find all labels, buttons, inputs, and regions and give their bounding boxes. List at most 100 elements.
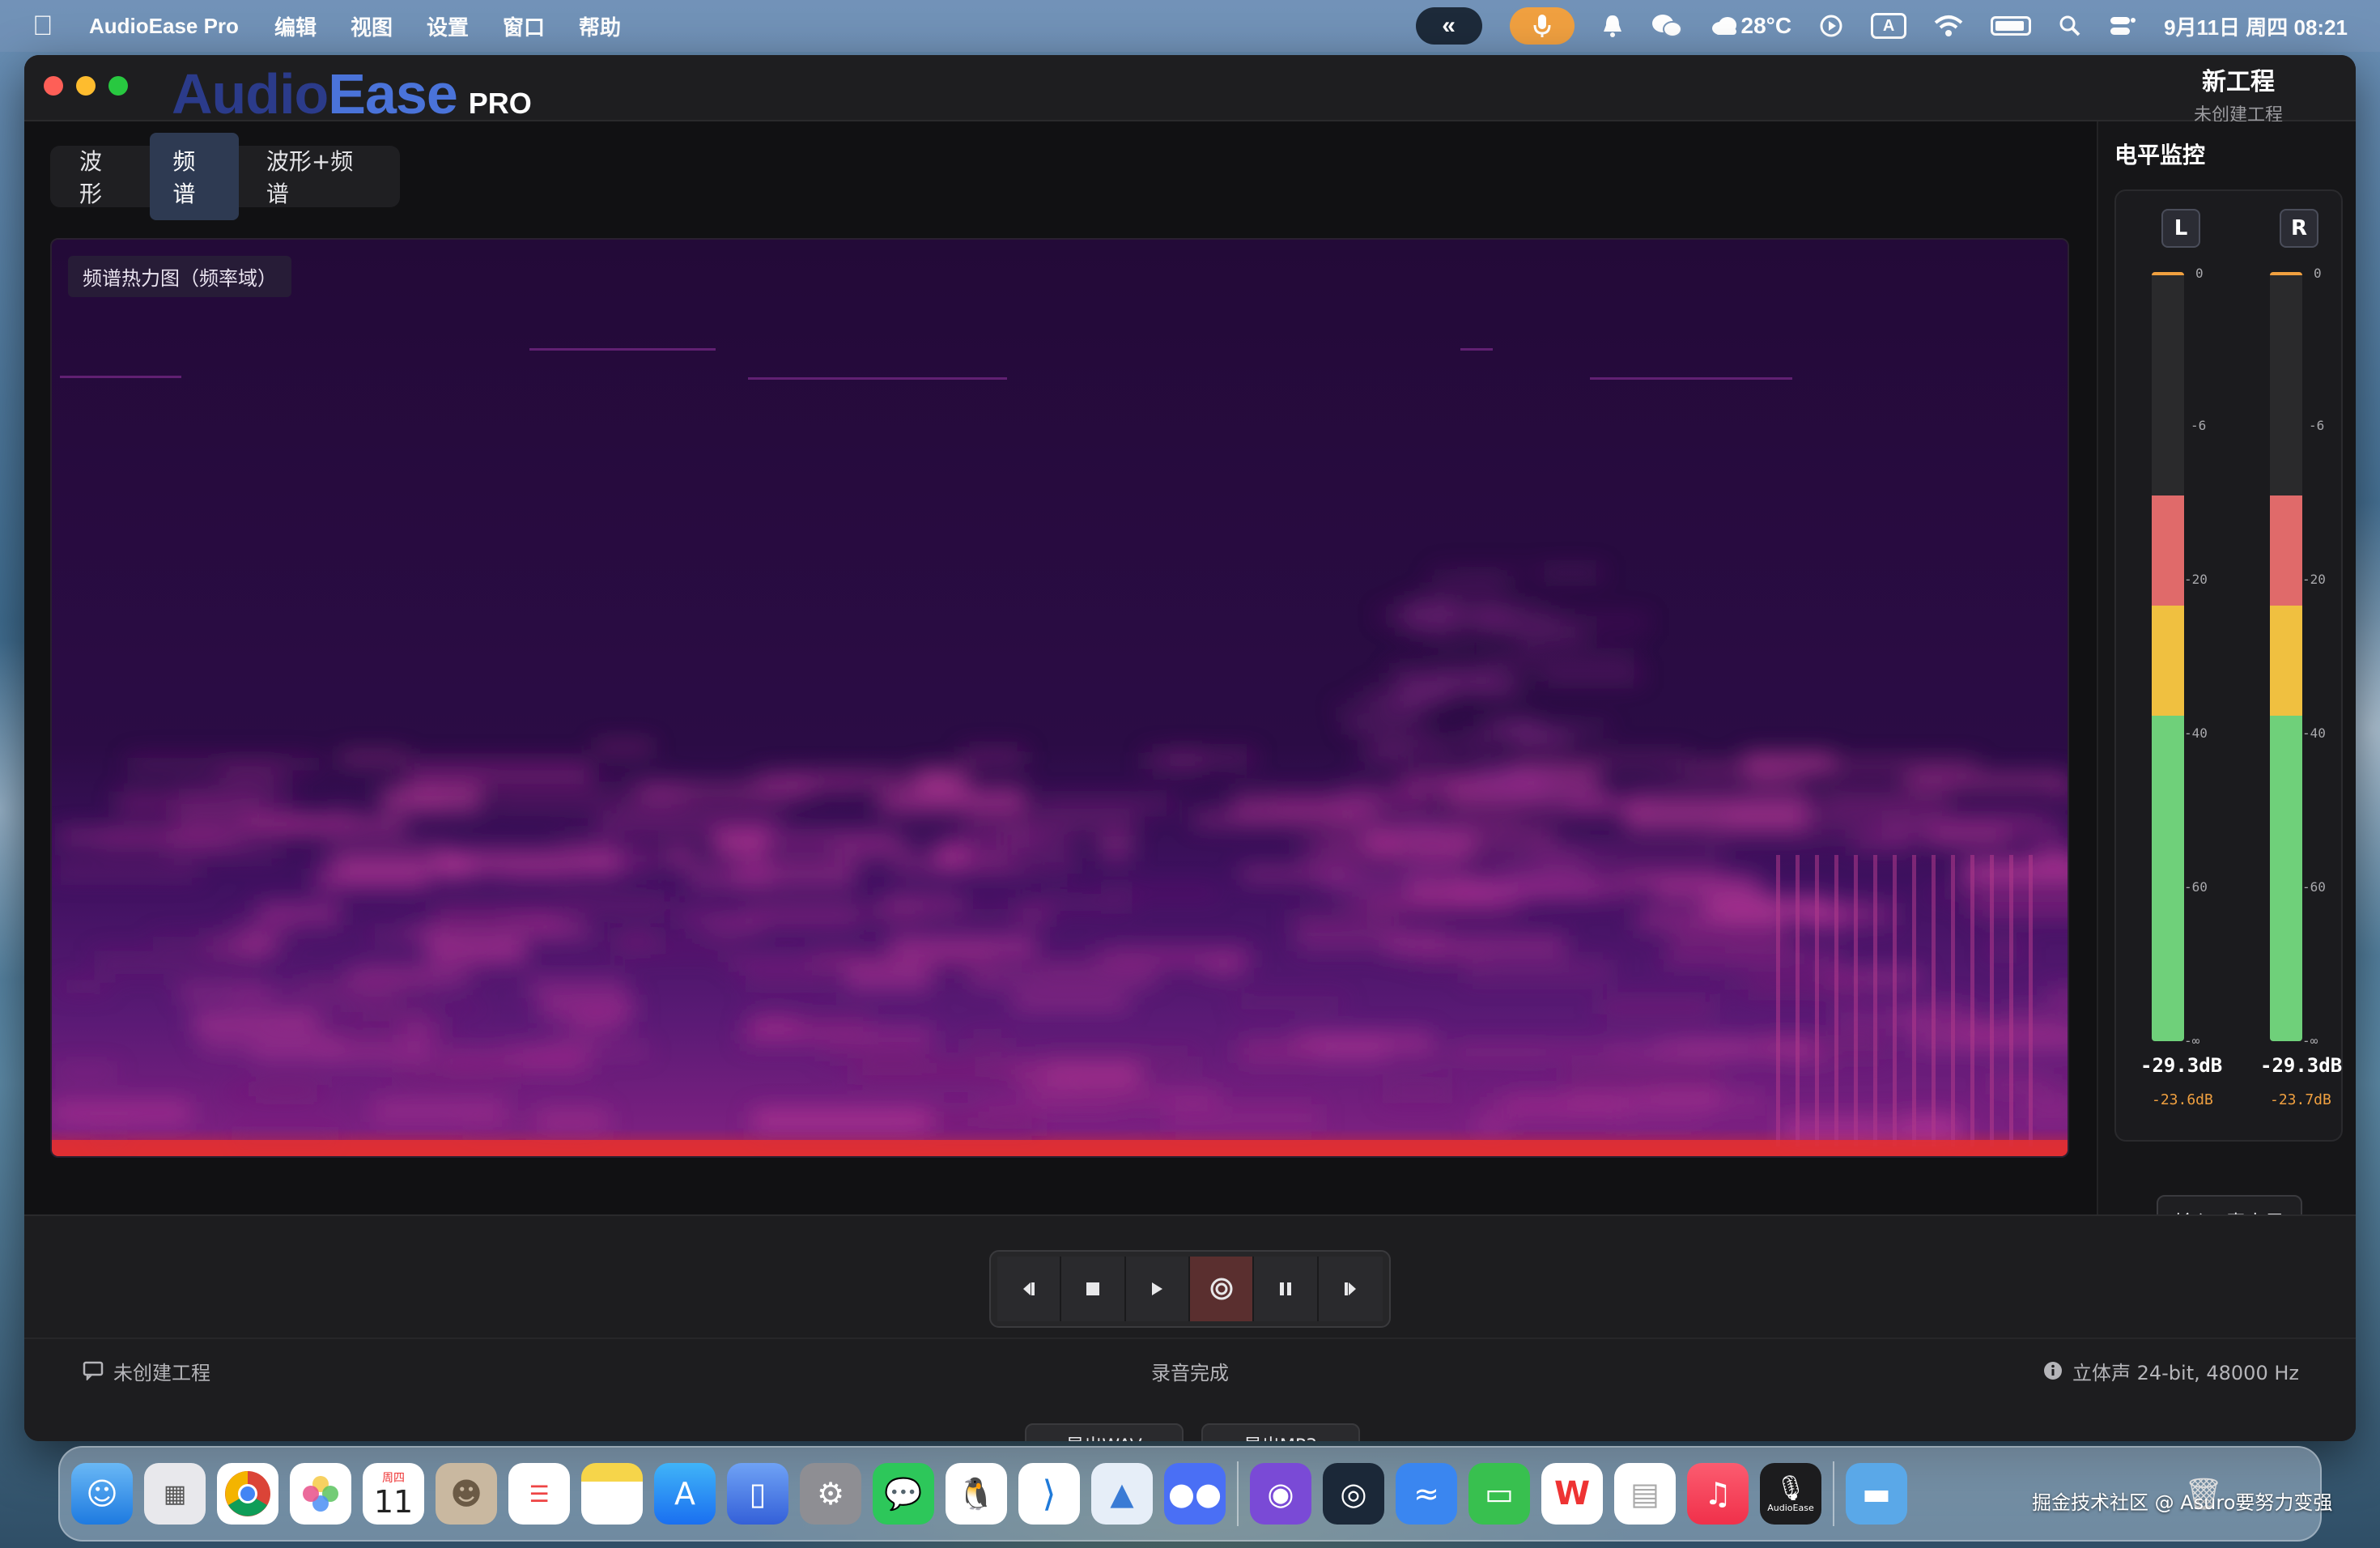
spectrogram-texture — [1145, 751, 1203, 771]
navigator-icon[interactable]: ▲ — [1091, 1463, 1153, 1525]
minimize-window-button[interactable] — [76, 76, 96, 96]
pause-button[interactable] — [1254, 1257, 1319, 1321]
menu-window[interactable]: 窗口 — [503, 11, 545, 41]
double-chevron-left-icon[interactable]: « — [1415, 7, 1482, 45]
spectrogram-texture — [462, 1121, 599, 1139]
spectrogram-texture — [1409, 824, 1472, 836]
title-bar: Audio Ease PRO 新工程 未创建工程 — [24, 55, 2356, 125]
spectrogram-texture — [1296, 928, 1446, 951]
bell-icon[interactable] — [1602, 14, 1623, 38]
spectrogram-texture — [1625, 804, 1808, 831]
spectrogram-texture — [1012, 996, 1129, 1007]
app-store-icon[interactable]: A — [654, 1463, 716, 1525]
record-button[interactable] — [1190, 1257, 1255, 1321]
status-project: 未创建工程 — [113, 1361, 210, 1384]
play-circle-icon[interactable] — [1819, 14, 1843, 38]
spectrogram-texture — [1043, 1053, 1196, 1070]
apple-menu-icon[interactable]:  — [32, 11, 65, 42]
wps-icon[interactable]: W — [1541, 1463, 1603, 1525]
export-wav-button[interactable]: 导出WAV — [1025, 1423, 1184, 1441]
weather-cloud-icon[interactable]: 28°C — [1711, 13, 1791, 39]
spectrogram-texture — [1974, 898, 2068, 919]
spectrogram-texture — [1495, 859, 1592, 874]
stop-button[interactable] — [1061, 1257, 1126, 1321]
spectrogram-texture — [499, 801, 614, 808]
photos-icon[interactable] — [290, 1463, 351, 1525]
wechat-dock-icon[interactable]: 💬 — [873, 1463, 934, 1525]
spectrogram-texture — [1532, 846, 1617, 857]
spectrogram-texture — [534, 917, 582, 928]
spectrogram-texture — [244, 819, 404, 831]
simulator-icon[interactable]: ▯ — [727, 1463, 788, 1525]
tab-spectrum[interactable]: 频谱 — [150, 133, 239, 220]
menu-help[interactable]: 帮助 — [579, 11, 621, 41]
spectrogram-texture — [966, 1036, 1009, 1051]
spectrogram-texture — [1427, 580, 1508, 591]
spectrogram-texture — [580, 778, 678, 789]
chrome-icon[interactable] — [217, 1463, 278, 1525]
system-settings-icon[interactable]: ⚙ — [800, 1463, 861, 1525]
vscode-icon[interactable]: ⟩ — [1018, 1463, 1080, 1525]
control-center-icon[interactable] — [2109, 15, 2136, 37]
spectrogram-texture — [1743, 753, 1835, 771]
zoom-window-button[interactable] — [108, 76, 128, 96]
launchpad-icon[interactable]: ▦ — [144, 1463, 206, 1525]
skip-back-button[interactable] — [997, 1257, 1062, 1321]
spectrogram-texture — [707, 925, 761, 932]
menubar-clock[interactable]: 9月11日 周四 08:21 — [2164, 11, 2348, 41]
scale-tick: -60 — [2184, 879, 2208, 895]
scale-tick: -6 — [2191, 418, 2207, 433]
freeform-icon[interactable]: ▤ — [1614, 1463, 1676, 1525]
spectrogram-texture — [1432, 567, 1532, 575]
menu-settings[interactable]: 设置 — [427, 11, 469, 41]
dots-app-icon[interactable]: ●● — [1164, 1463, 1226, 1525]
spectrogram-texture — [844, 963, 932, 991]
input-method-indicator[interactable]: A — [1871, 13, 1907, 39]
spectrogram-texture — [1237, 1041, 1319, 1061]
steam-icon[interactable]: ◎ — [1323, 1463, 1384, 1525]
app-menu[interactable]: AudioEase Pro — [89, 14, 239, 39]
spectrogram-transient — [1796, 855, 1800, 1146]
finder-icon[interactable]: ☺ — [71, 1463, 133, 1525]
github-desktop-icon[interactable]: ◉ — [1250, 1463, 1311, 1525]
qq-icon[interactable]: 🐧 — [946, 1463, 1007, 1525]
spectrogram-texture — [890, 934, 1036, 959]
lark-icon[interactable]: ≈ — [1396, 1463, 1457, 1525]
search-icon[interactable] — [2059, 15, 2081, 37]
audioease-dock-icon[interactable]: 🎙 AudioEase — [1760, 1463, 1821, 1525]
spectrogram-texture — [1039, 797, 1175, 810]
spectrogram-texture — [1919, 766, 1957, 789]
reminders-icon[interactable]: ☰ — [508, 1463, 570, 1525]
skip-forward-icon — [1345, 1282, 1357, 1295]
music-icon[interactable]: ♫ — [1687, 1463, 1749, 1525]
messages-icon[interactable]: ▭ — [1468, 1463, 1530, 1525]
folder-icon[interactable]: ▬ — [1846, 1463, 1907, 1525]
play-button[interactable] — [1125, 1257, 1191, 1321]
spectrogram-texture — [1494, 777, 1606, 792]
menu-edit[interactable]: 编辑 — [274, 11, 317, 41]
spectrogram-transient — [1912, 855, 1916, 1146]
tab-waveform-spectrum[interactable]: 波形+频谱 — [244, 133, 393, 220]
project-title-block: 新工程 未创建工程 — [2194, 62, 2283, 126]
calendar-icon[interactable]: 周四 11 — [363, 1463, 424, 1525]
scale-tick: -60 — [2302, 879, 2326, 895]
skip-forward-button[interactable] — [1318, 1257, 1383, 1321]
status-right: 立体声 24-bit, 48000 Hz — [2043, 1357, 2299, 1385]
notes-icon[interactable] — [581, 1463, 643, 1525]
tab-waveform[interactable]: 波形 — [57, 133, 145, 220]
battery-icon[interactable] — [1991, 16, 2032, 36]
spectrogram-texture — [2050, 786, 2068, 802]
close-window-button[interactable] — [44, 76, 63, 96]
spectrogram-harmonic — [529, 348, 716, 351]
spectrogram-heatmap[interactable]: 频谱热力图（频率域） — [50, 238, 2069, 1158]
wechat-icon[interactable] — [1651, 13, 1683, 39]
contacts-icon[interactable]: ☻ — [436, 1463, 497, 1525]
level-monitor-panel: 电平监控 L 0 -6 -20 -40 -60 -∞ -29.3dB -23.6… — [2097, 121, 2356, 1245]
spectrogram-texture — [1541, 667, 1641, 683]
menu-view[interactable]: 视图 — [351, 11, 393, 41]
spectrogram-texture — [1541, 734, 1601, 740]
export-mp3-button[interactable]: 导出MP3 — [1201, 1423, 1360, 1441]
microphone-icon[interactable] — [1509, 7, 1575, 45]
spectrogram-transient — [2009, 855, 2013, 1146]
wifi-icon[interactable] — [1934, 15, 1963, 37]
